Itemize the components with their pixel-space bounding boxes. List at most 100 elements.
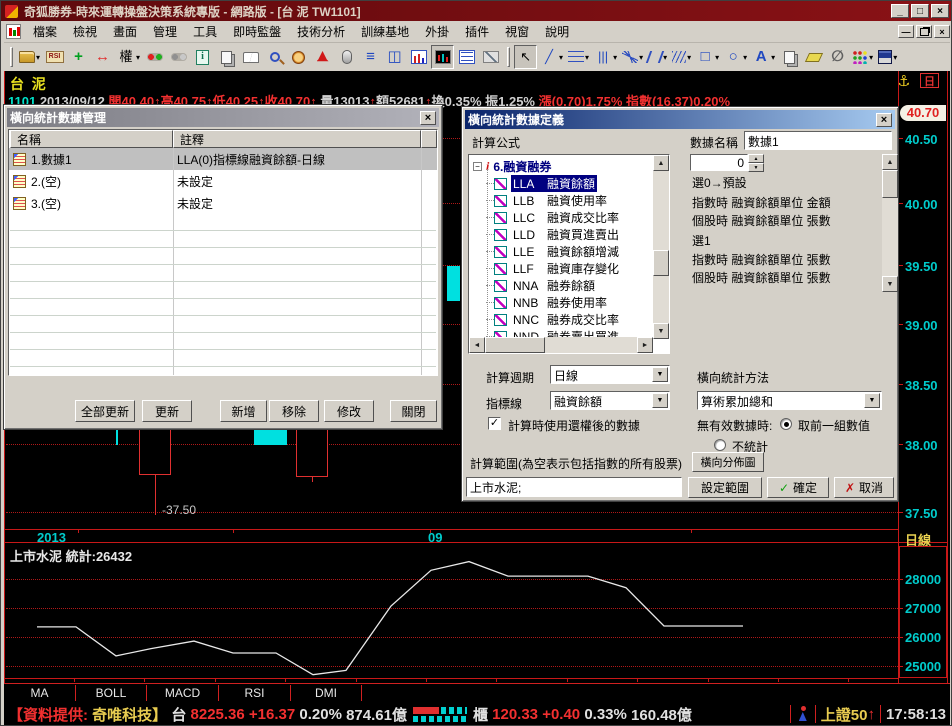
tree-group-row[interactable]: − i 6.融資融券 <box>469 158 669 175</box>
tree-item-llb[interactable]: LLB融資使用率 <box>470 192 654 209</box>
pan-mode-icon[interactable]: + <box>67 45 90 69</box>
tree-item-nnb[interactable]: NNB融券使用率 <box>470 294 654 311</box>
radio-previous-value[interactable] <box>780 418 792 430</box>
indicator-line-combo[interactable]: 融資餘額 ▼ <box>550 391 670 410</box>
hide-drawings-icon[interactable]: ∅ <box>826 45 849 69</box>
rsi-indicator-icon[interactable]: RSI <box>43 45 66 69</box>
report-window-icon[interactable] <box>455 45 478 69</box>
tree-item-lla[interactable]: LLA融資餘額 <box>470 175 654 192</box>
period-combo-arrow-icon[interactable]: ▼ <box>652 367 668 382</box>
cancel-button[interactable]: ✗ 取消 <box>834 477 894 498</box>
ok-button[interactable]: ✓ 確定 <box>767 477 829 498</box>
channel-tool-icon[interactable]: ▾ <box>646 45 669 69</box>
add-button[interactable]: 新增 <box>220 400 267 422</box>
tree-item-lld[interactable]: LLD融資買進賣出 <box>470 226 654 243</box>
close-dialog-button[interactable]: 關閉 <box>390 400 437 422</box>
stock-info-icon[interactable]: i <box>191 45 214 69</box>
spin-down-icon[interactable]: ▼ <box>748 163 764 172</box>
close-button[interactable]: × <box>931 4 949 18</box>
hatch-tool-icon[interactable]: ▾ <box>670 45 693 69</box>
mouse-settings-icon[interactable] <box>335 45 358 69</box>
menu-item-0[interactable]: 檔案 <box>25 20 65 43</box>
table-row[interactable]: 3.(空)未設定 <box>9 192 437 214</box>
menu-item-4[interactable]: 工具 <box>185 20 225 43</box>
horizontal-scale-icon[interactable]: ↔ <box>91 45 114 69</box>
palette-icon[interactable]: ▾ <box>850 45 875 69</box>
menu-item-1[interactable]: 檢視 <box>65 20 105 43</box>
menu-item-2[interactable]: 畫面 <box>105 20 145 43</box>
mdi-restore-button[interactable] <box>916 25 932 38</box>
menu-item-11[interactable]: 說明 <box>537 20 577 43</box>
table-row[interactable]: 2.(空)未設定 <box>9 170 437 192</box>
range-input[interactable]: 上市水泥; <box>466 477 682 497</box>
scroll-down-icon[interactable]: ▼ <box>653 323 669 339</box>
text-tool-icon[interactable]: A▾ <box>750 45 777 69</box>
menu-item-7[interactable]: 訓練基地 <box>353 20 417 43</box>
copy-screen-icon[interactable] <box>215 45 238 69</box>
period-day-icon[interactable]: 日 <box>920 73 939 88</box>
tree-item-llc[interactable]: LLC融資成交比率 <box>470 209 654 226</box>
rights-restoration-button[interactable]: 權▾ <box>115 45 142 69</box>
collapse-icon[interactable]: − <box>473 162 482 171</box>
indicator-tab-boll[interactable]: BOLL <box>76 685 147 701</box>
mdi-minimize-button[interactable]: — <box>898 25 914 38</box>
data-name-input[interactable]: 數據1 <box>744 131 892 150</box>
radio-no-stat[interactable] <box>714 439 726 451</box>
table-row[interactable]: 1.數據1LLA(0)指標線融資餘額-日線 <box>9 148 437 170</box>
alert-bell-icon[interactable] <box>311 45 334 69</box>
set-range-button[interactable]: 設定範圍 <box>688 477 762 498</box>
hscroll-thumb[interactable] <box>485 337 545 353</box>
vline-tool-icon[interactable]: |||▾ <box>592 45 619 69</box>
remove-button[interactable]: 移除 <box>269 400 319 422</box>
minimize-button[interactable]: _ <box>891 4 909 18</box>
ellipse-tool-icon[interactable]: ○▾ <box>722 45 749 69</box>
line-tool-icon[interactable]: ╱▾ <box>538 45 565 69</box>
column-header-note[interactable]: 註釋 <box>173 130 421 148</box>
mdi-child-icon[interactable] <box>6 24 21 39</box>
anchor-tool-icon[interactable]: ⚓ <box>897 72 910 90</box>
indicator-tab-dmi[interactable]: DMI <box>291 685 362 701</box>
column-header-blank[interactable] <box>421 130 437 148</box>
option-spinner[interactable]: 0 <box>690 154 748 171</box>
toolbar-handle-2[interactable] <box>507 47 510 67</box>
maximize-button[interactable]: □ <box>911 4 929 18</box>
kline-window-icon[interactable] <box>431 45 454 69</box>
tree-item-llf[interactable]: LLF融資庫存變化 <box>470 260 654 277</box>
scroll-right-icon[interactable]: ► <box>637 337 653 353</box>
split-columns-icon[interactable]: ◫ <box>383 45 406 69</box>
cursor-tool-icon[interactable]: ↖ <box>514 45 537 69</box>
scroll-thumb[interactable] <box>653 250 669 276</box>
fan-tool-icon[interactable]: ▾ <box>620 45 645 69</box>
manager-dialog-titlebar[interactable]: 橫向統計數據管理 × <box>7 108 439 127</box>
tree-item-nna[interactable]: NNA融券餘額 <box>470 277 654 294</box>
scroll-left-icon[interactable]: ◄ <box>469 337 485 353</box>
trend-window-icon[interactable] <box>407 45 430 69</box>
modify-button[interactable]: 修改 <box>324 400 374 422</box>
menu-item-8[interactable]: 外掛 <box>417 20 457 43</box>
restored-data-checkbox[interactable]: ✓ <box>488 417 501 430</box>
period-combo[interactable]: 日線 ▼ <box>550 365 670 384</box>
toolbar-handle[interactable] <box>10 47 13 67</box>
info-vscrollbar[interactable]: ▲ ▼ <box>882 154 898 292</box>
open-stock-icon[interactable]: ▾ <box>17 45 42 69</box>
indicator-tab-macd[interactable]: MACD <box>147 685 219 701</box>
mdi-close-button[interactable]: × <box>934 25 950 38</box>
scroll-up-icon[interactable]: ▲ <box>653 155 669 171</box>
info-scroll-thumb[interactable] <box>882 170 898 198</box>
save-icon[interactable]: ▾ <box>876 45 899 69</box>
mini-window-icon[interactable] <box>479 45 502 69</box>
eraser-icon[interactable] <box>802 45 825 69</box>
update-all-button[interactable]: 全部更新 <box>75 400 135 422</box>
info-scroll-down-icon[interactable]: ▼ <box>882 276 898 292</box>
indicator-tab-rsi[interactable]: RSI <box>219 685 291 701</box>
tree-item-nnc[interactable]: NNC融券成交比率 <box>470 311 654 328</box>
line-combo-arrow-icon[interactable]: ▼ <box>652 393 668 408</box>
quote-list-icon[interactable]: ≡ <box>359 45 382 69</box>
indicator-tab-ma[interactable]: MA <box>4 685 76 701</box>
menu-item-3[interactable]: 管理 <box>145 20 185 43</box>
spin-up-icon[interactable]: ▲ <box>748 154 764 163</box>
update-button[interactable]: 更新 <box>142 400 192 422</box>
search-icon[interactable] <box>263 45 286 69</box>
tree-item-lle[interactable]: LLE融資餘額增減 <box>470 243 654 260</box>
copy-drawing-icon[interactable] <box>778 45 801 69</box>
